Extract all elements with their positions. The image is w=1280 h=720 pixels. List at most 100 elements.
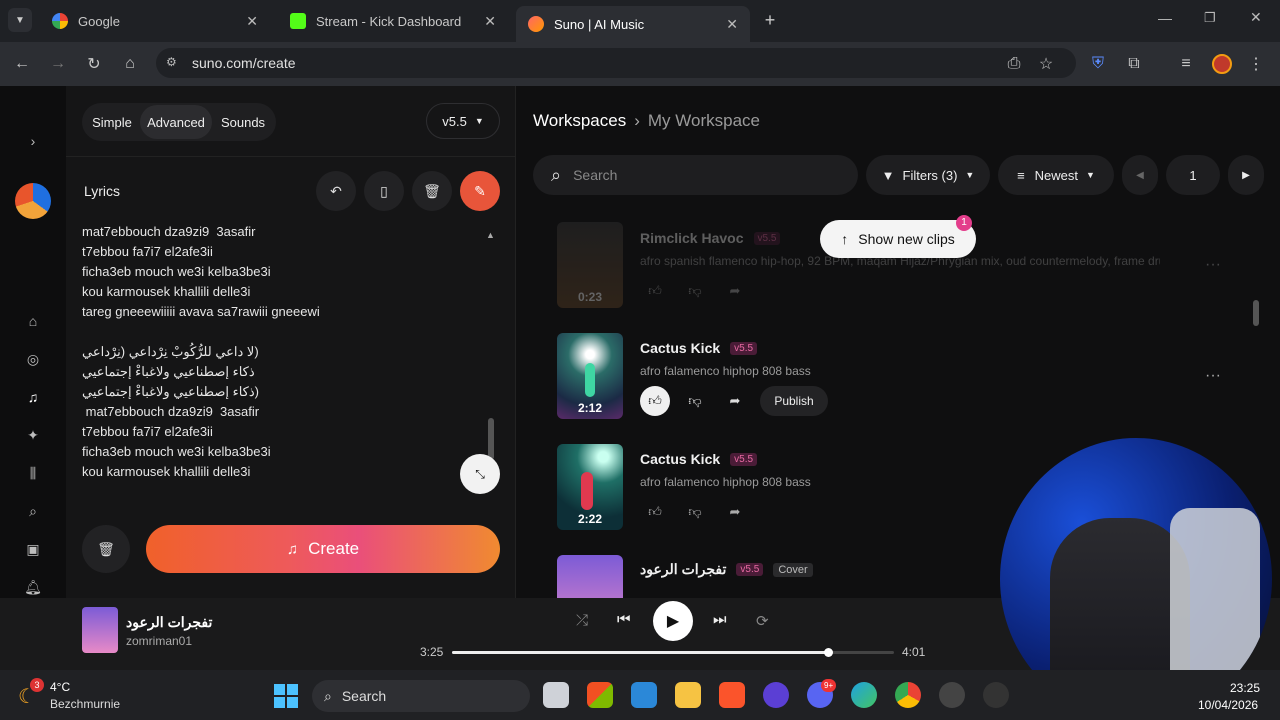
like-icon[interactable]: 👍︎ (640, 386, 670, 416)
minimize-button[interactable]: — (1158, 10, 1172, 26)
list-scrollbar[interactable] (1253, 300, 1259, 326)
bookmark-star-icon[interactable]: ☆ (1034, 52, 1058, 76)
clip-title[interactable]: تفجرات الرعود (640, 561, 726, 578)
undo-button[interactable]: ↶ (316, 171, 356, 211)
site-settings-icon[interactable]: ⚙ (166, 55, 177, 69)
dislike-icon[interactable]: 👎︎ (680, 276, 710, 306)
next-page-button[interactable]: ▶ (1228, 155, 1264, 195)
progress-track[interactable] (452, 648, 894, 657)
task-view-icon[interactable] (543, 682, 569, 708)
back-icon[interactable]: ← (10, 52, 34, 76)
clip-thumbnail[interactable]: 2:22 (557, 444, 623, 530)
extensions-icon[interactable]: ⧉ (1122, 52, 1146, 76)
notifications-icon[interactable]: 🔔︎ (22, 576, 44, 598)
restore-button[interactable]: ❐ (1204, 10, 1216, 26)
brave-icon[interactable] (719, 682, 745, 708)
more-options-icon[interactable]: ··· (1205, 256, 1221, 274)
close-icon[interactable]: ✕ (246, 13, 258, 30)
install-app-icon[interactable]: ⎙ (1002, 52, 1026, 76)
clip-title[interactable]: Cactus Kick (640, 451, 720, 467)
media-player-icon[interactable] (939, 682, 965, 708)
publish-button[interactable]: Publish (760, 386, 828, 416)
search-input[interactable]: ⌕ Search (533, 155, 858, 195)
close-window-button[interactable]: ✕ (1250, 9, 1262, 26)
share-icon[interactable]: ➦ (720, 497, 750, 527)
dislike-icon[interactable]: 👎︎ (680, 497, 710, 527)
filters-button[interactable]: ▼ Filters (3) ▼ (866, 155, 990, 195)
play-button[interactable]: ▶ (653, 601, 693, 641)
show-new-clips-button[interactable]: ↑ Show new clips (820, 220, 976, 258)
delete-draft-button[interactable]: 🗑︎ (82, 525, 130, 573)
like-icon[interactable]: 👍︎ (640, 276, 670, 306)
mode-simple[interactable]: Simple (86, 105, 138, 139)
share-icon[interactable]: ➦ (720, 386, 750, 416)
next-icon[interactable]: ⏭ (713, 611, 727, 628)
collapse-icon[interactable]: ⤡ (460, 454, 500, 494)
more-options-icon[interactable]: ··· (1205, 367, 1221, 385)
tab-search-button[interactable]: ▼ (8, 8, 32, 32)
clip-thumbnail[interactable]: 0:23 (557, 222, 623, 308)
previous-icon[interactable]: ⏮ (617, 611, 631, 628)
now-playing-title[interactable]: تفجرات الرعود (126, 614, 212, 631)
studio-icon[interactable]: ✦ (22, 424, 44, 446)
clip-thumbnail[interactable]: 2:12 (557, 333, 623, 419)
search-icon[interactable]: ⌕ (22, 500, 44, 522)
inbox-icon[interactable]: ▣ (22, 538, 44, 560)
file-explorer-icon[interactable] (675, 682, 701, 708)
expand-sidebar-icon[interactable]: › (22, 130, 44, 152)
profile-avatar[interactable] (1212, 54, 1232, 74)
close-icon[interactable]: ✕ (484, 13, 496, 30)
tab-google[interactable]: Google ✕ (40, 6, 270, 36)
clip-row[interactable]: 2:12 Cactus Kick v5.5 afro falamenco hip… (557, 333, 1247, 423)
share-icon[interactable]: ➦ (720, 276, 750, 306)
library-icon[interactable]: ⫼ (22, 462, 44, 484)
weather-widget[interactable]: ☾ 3 4°C Bezchmurnie (18, 678, 128, 714)
mode-advanced[interactable]: Advanced (140, 105, 212, 139)
lyrics-textarea[interactable]: mat7ebbouch dza9zi9 3asafir t7ebbou fa7i… (82, 222, 482, 502)
now-playing-artist[interactable]: zomriman01 (126, 634, 192, 648)
edge-icon[interactable] (851, 682, 877, 708)
mode-sounds[interactable]: Sounds (214, 105, 272, 139)
clip-title[interactable]: Cactus Kick (640, 340, 720, 356)
lyrics-scrollbar[interactable] (488, 418, 494, 460)
store-icon[interactable] (587, 682, 613, 708)
forward-icon[interactable]: → (46, 52, 70, 76)
app-icon[interactable] (763, 682, 789, 708)
clip-thumbnail[interactable] (557, 555, 623, 598)
sort-button[interactable]: ≡ Newest ▼ (998, 155, 1114, 195)
new-tab-button[interactable]: + (760, 10, 780, 30)
create-button[interactable]: ♫ Create (146, 525, 500, 573)
tab-kick[interactable]: Stream - Kick Dashboard ✕ (278, 6, 508, 36)
taskbar-search[interactable]: ⌕ Search (312, 680, 530, 712)
suno-logo[interactable] (15, 183, 51, 219)
microsoft-store-icon[interactable] (631, 682, 657, 708)
prev-page-button[interactable]: ◀ (1122, 155, 1158, 195)
obs-icon[interactable] (983, 682, 1009, 708)
home-icon[interactable]: ⌂ (22, 310, 44, 332)
clip-title[interactable]: Rimclick Havoc (640, 230, 744, 246)
media-controls-icon[interactable]: ≡ (1174, 52, 1198, 76)
magic-wand-button[interactable]: ✎ (460, 171, 500, 211)
close-icon[interactable]: ✕ (726, 16, 738, 33)
save-lyrics-button[interactable]: ▯ (364, 171, 404, 211)
scroll-up-icon[interactable]: ▲ (486, 230, 495, 240)
shield-extension-icon[interactable]: ⛨ (1086, 52, 1110, 76)
menu-icon[interactable]: ⋮ (1244, 52, 1268, 76)
explore-icon[interactable]: ◎ (22, 348, 44, 370)
dislike-icon[interactable]: 👎︎ (680, 386, 710, 416)
reload-icon[interactable]: ↻ (82, 52, 106, 76)
start-button[interactable] (274, 684, 298, 708)
version-select[interactable]: v5.5 ▼ (426, 103, 500, 139)
shuffle-icon[interactable]: ⤮ (576, 612, 588, 629)
now-playing-cover[interactable] (82, 607, 118, 653)
repeat-icon[interactable]: ⟳ (756, 612, 769, 630)
breadcrumb-workspaces[interactable]: Workspaces (533, 111, 626, 131)
create-music-icon[interactable]: ♫ (22, 386, 44, 408)
like-icon[interactable]: 👍︎ (640, 497, 670, 527)
chrome-icon[interactable] (895, 682, 921, 708)
home-icon[interactable]: ⌂ (118, 52, 142, 76)
progress-handle[interactable] (823, 648, 833, 657)
tab-suno[interactable]: Suno | AI Music ✕ (516, 6, 750, 42)
address-bar[interactable]: ⚙ suno.com/create (156, 48, 1076, 78)
clear-lyrics-button[interactable]: 🗑︎ (412, 171, 452, 211)
